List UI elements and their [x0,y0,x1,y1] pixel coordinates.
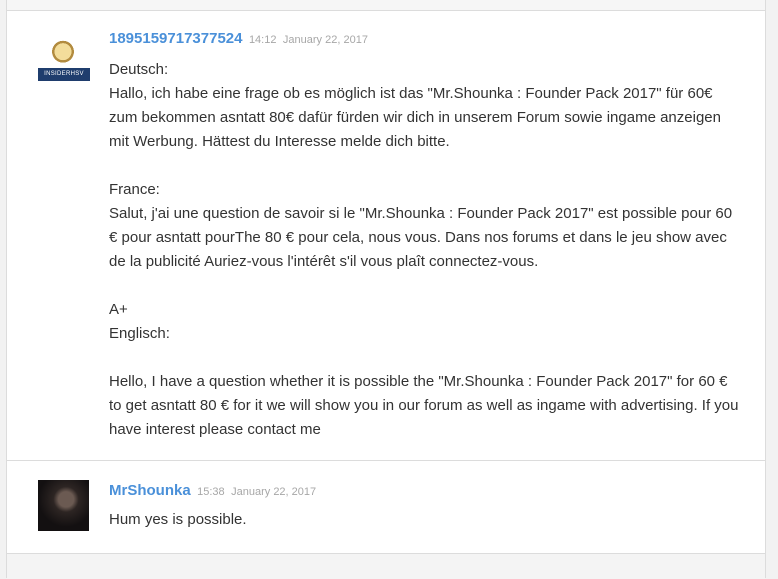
post-body: Deutsch: Hallo, ich habe eine frage ob e… [109,61,739,438]
post-date: January 22, 2017 [282,34,368,46]
avatar-badge: INSIDERHSV [38,68,90,81]
post-date: January 22, 2017 [231,486,317,498]
next-post-edge [7,553,765,579]
avatar[interactable]: INSIDERHSV [38,38,90,82]
post-body: Hum yes is possible. [109,511,247,528]
avatar[interactable] [38,480,89,531]
post-time: 15:38 [197,486,225,498]
author-link[interactable]: 1895159717377524 [109,30,242,47]
previous-post-edge [7,0,765,11]
comment-thread: INSIDERHSV 1895159717377524 14:12 Januar… [6,0,766,579]
author-link[interactable]: MrShounka [109,482,191,499]
post-time: 14:12 [248,34,277,46]
post-meta: MrShounka 15:38 January 22, 2017 [109,482,316,500]
post-divider [7,460,765,461]
post-meta: 1895159717377524 14:12 January 22, 2017 [109,30,368,48]
avatar-face-icon [51,40,75,66]
